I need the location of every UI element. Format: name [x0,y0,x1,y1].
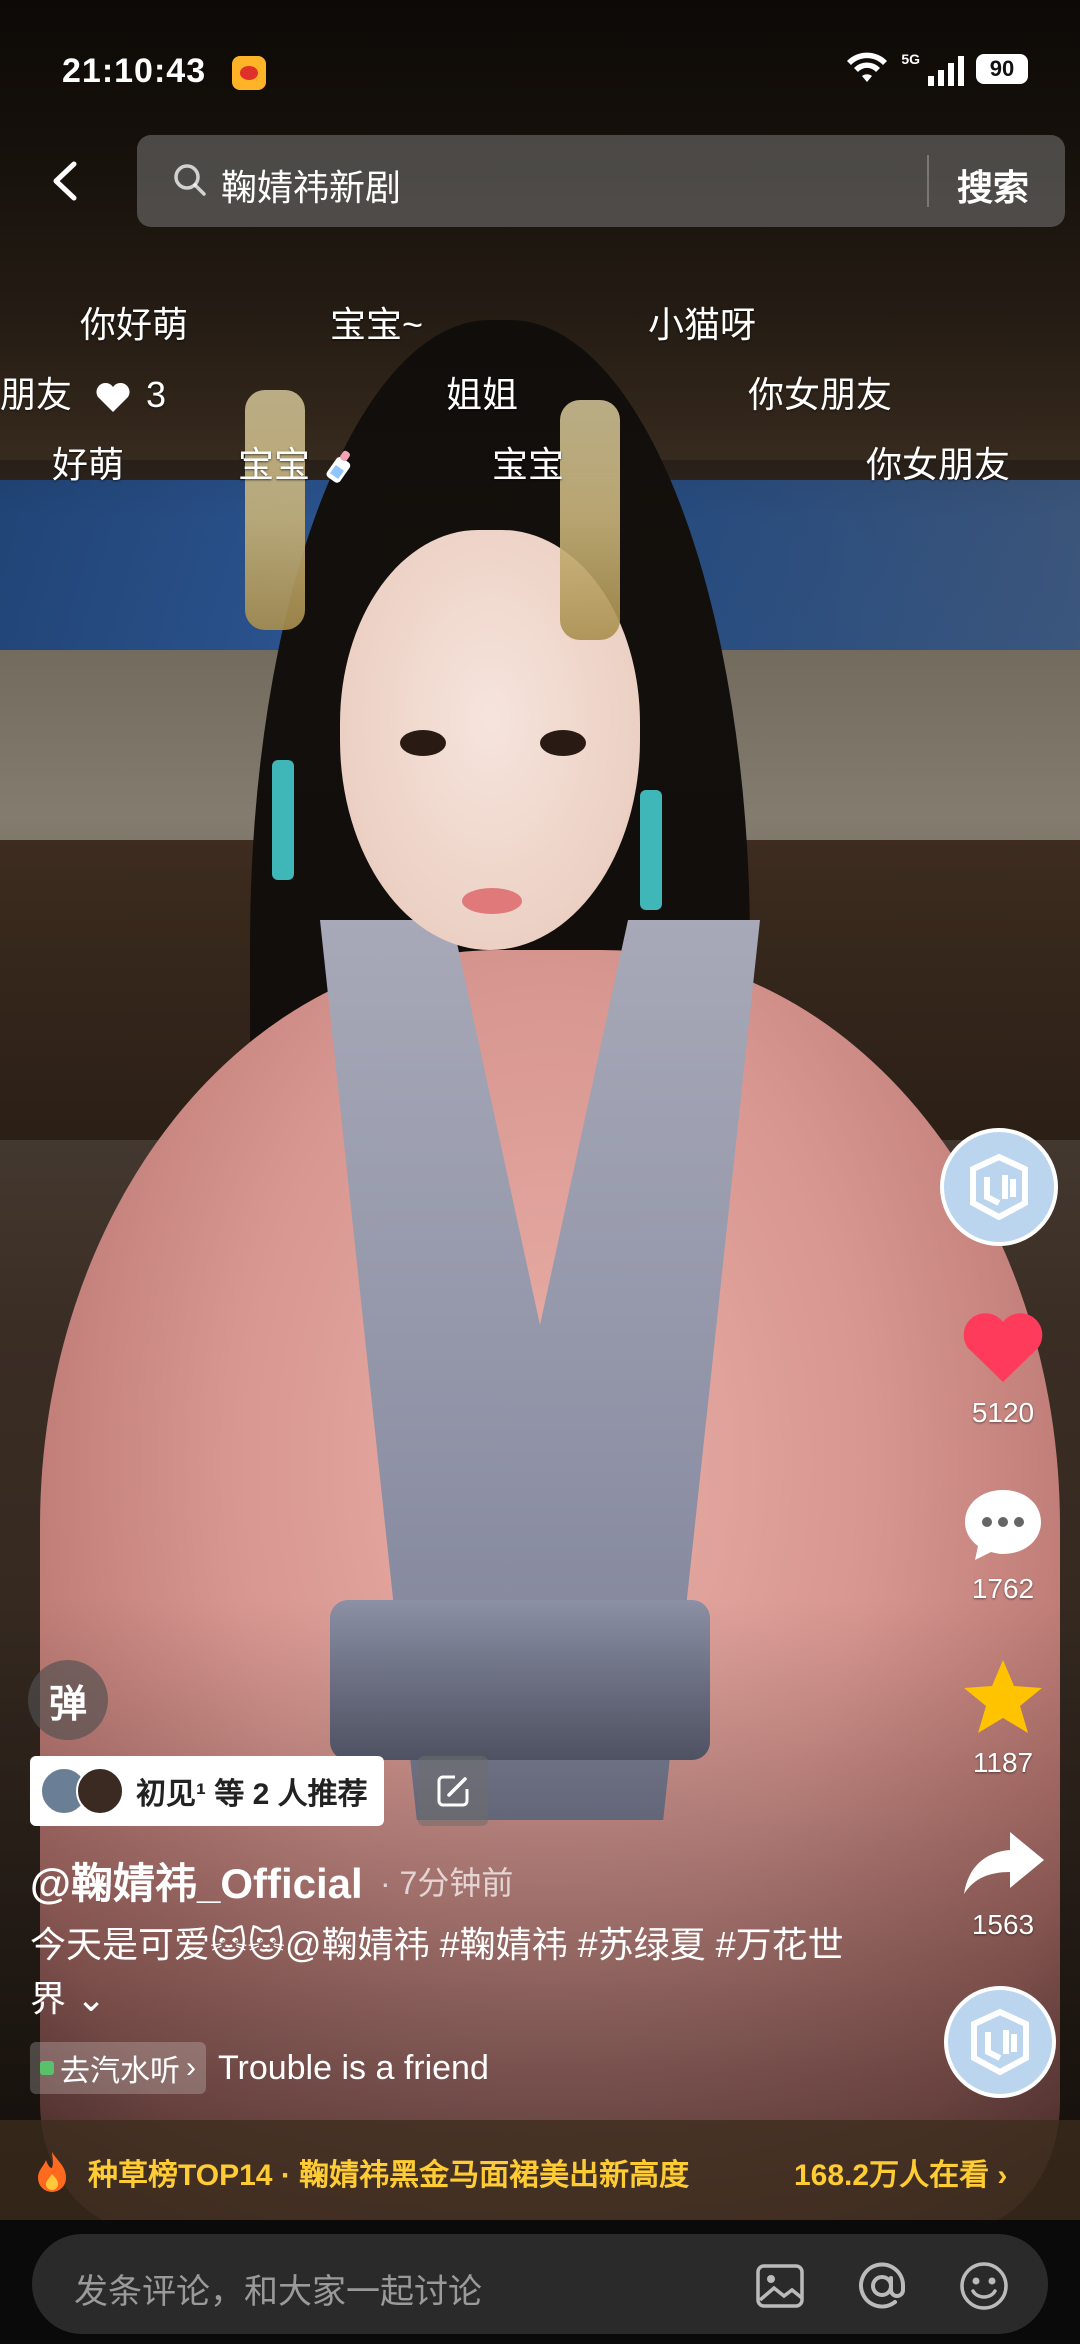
avatar [76,1767,124,1815]
search-divider [927,155,929,207]
author-logo-icon [970,1153,1028,1221]
signal-icon [928,52,964,86]
author-avatar[interactable] [940,1128,1058,1246]
danmaku-item: 你女朋友 [748,374,893,415]
post-caption[interactable]: 今天是可爱🐱🐱@鞠婧祎 #鞠婧祎 #苏绿夏 #万花世界 ⌄ [30,1918,860,2026]
favorite-button[interactable]: 1187 [943,1656,1063,1779]
danmaku-item: 你好萌 [80,304,189,345]
back-arrow-icon[interactable] [38,150,90,212]
danmaku-item: 宝宝~ [330,304,424,345]
danmaku-item: 宝宝 [238,436,360,488]
danmaku-toggle-button[interactable]: 弹 [28,1660,108,1740]
danmaku-item: 好萌 [52,444,125,485]
person-lips [462,888,522,914]
recommend-badge[interactable]: 初见¹ 等 2 人推荐 [30,1756,384,1826]
search-input[interactable]: 鞠婧祎新剧 [221,159,401,211]
share-count: 1563 [971,1909,1035,1940]
comment-bar: 发条评论，和大家一起讨论 [0,2220,1080,2344]
danmaku-item: 你女朋友 [866,444,1011,485]
like-count: 5120 [971,1397,1035,1428]
edit-recommend-button[interactable] [418,1756,488,1826]
danmaku-item: 朋友 3 [0,374,167,415]
heart-icon [963,1313,1043,1382]
post-time: · 7分钟前 [380,1865,514,1901]
comment-bubble-icon [965,1490,1041,1560]
search-button[interactable]: 搜索 [957,159,1029,211]
network-type: 5G [901,51,920,67]
share-button[interactable]: 1563 [943,1828,1063,1941]
mention-icon[interactable] [856,2260,908,2312]
comment-count: 1762 [971,1573,1035,1604]
heart-icon [96,383,130,413]
battery-icon: 90 [976,54,1028,84]
like-button[interactable]: 5120 [943,1310,1063,1429]
search-bar[interactable]: 鞠婧祎新剧 搜索 [137,135,1065,227]
author-name[interactable]: @鞠婧祎_Official [30,1850,363,1911]
music-row[interactable]: 去汽水听 › Trouble is a friend [30,2042,489,2094]
comment-placeholder: 发条评论，和大家一起讨论 [74,2273,482,2311]
favorite-count: 1187 [972,1747,1034,1778]
fire-icon [38,2152,66,2192]
image-icon[interactable] [754,2260,806,2312]
comment-button[interactable]: 1762 [943,1486,1063,1605]
star-icon [964,1660,1042,1733]
emoji-icon[interactable] [958,2260,1010,2312]
person-eye-right [540,730,586,756]
weibo-icon [232,56,266,90]
share-arrow-icon [964,1832,1044,1894]
status-time: 21:10:43 [62,52,207,90]
status-bar: 21:10:43 5G 90 [0,0,1080,130]
trending-text: 种草榜TOP14 · 鞠婧祎黑金马面裙美出新高度 [88,2159,690,2192]
recommender-avatars [40,1767,124,1815]
edit-icon [437,1775,469,1807]
music-disc[interactable] [944,1986,1056,2098]
wifi-icon [847,52,888,82]
music-disc-logo-icon [971,2008,1029,2076]
music-title: Trouble is a friend [218,2048,489,2087]
music-app-icon [40,2061,54,2075]
hair-bead-right [640,790,662,910]
baby-bottle-icon [326,451,351,484]
search-icon [174,164,206,196]
viewer-count: 168.2万人在看 › [794,2159,1008,2192]
music-tag-label: 去汽水听 [60,2055,180,2088]
trending-bar[interactable]: 种草榜TOP14 · 鞠婧祎黑金马面裙美出新高度 168.2万人在看 › [0,2120,1080,2220]
comment-input[interactable]: 发条评论，和大家一起讨论 [32,2234,1048,2334]
recommend-text: 初见¹ 等 2 人推荐 [136,1778,368,1811]
danmaku-item: 宝宝 [492,444,565,485]
person-eye-left [400,730,446,756]
danmaku-item: 小猫呀 [648,304,757,345]
hair-bead-left [272,760,294,880]
chevron-right-icon: › [186,2051,196,2084]
music-source-tag[interactable]: 去汽水听 › [30,2042,206,2094]
danmaku-item: 姐姐 [446,374,519,415]
